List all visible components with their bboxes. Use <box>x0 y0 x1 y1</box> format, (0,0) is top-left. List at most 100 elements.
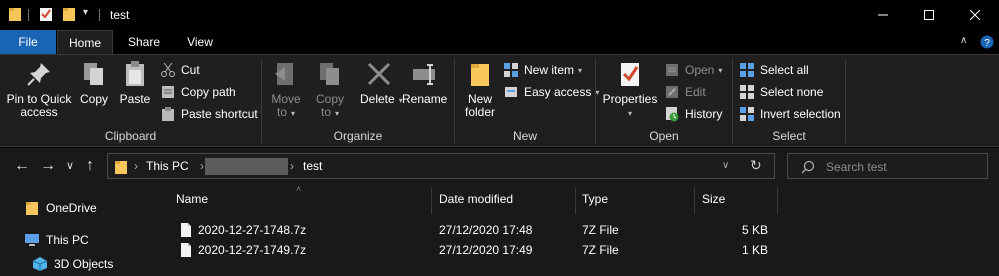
search-input[interactable]: Search test <box>787 153 988 179</box>
breadcrumb-this-pc[interactable]: This PC <box>146 159 189 173</box>
delete-icon <box>367 62 391 86</box>
select-none-button[interactable]: Select none <box>739 82 823 102</box>
divider[interactable] <box>694 188 695 214</box>
rename-button[interactable]: Rename <box>402 59 447 106</box>
forward-arrow-icon[interactable]: → <box>40 157 56 175</box>
ribbon-tabs: File Home Share View ∧ ? <box>0 30 999 54</box>
refresh-icon[interactable]: ↻ <box>750 157 762 174</box>
chevron-down-icon: ▾ <box>627 109 632 118</box>
close-button[interactable] <box>952 0 998 30</box>
customize-toolbar-icon[interactable]: ▾ <box>83 7 88 18</box>
file-icon <box>181 223 191 237</box>
folder-icon <box>115 161 127 174</box>
paste-icon <box>126 61 144 86</box>
nav-item-label: This PC <box>46 233 89 247</box>
open-button[interactable]: Open ▾ <box>664 60 722 80</box>
new-item-button[interactable]: New item ▾ <box>503 60 582 80</box>
up-arrow-icon[interactable]: ↑ <box>86 157 94 175</box>
file-date: 27/12/2020 17:48 <box>439 223 533 237</box>
search-placeholder: Search test <box>826 160 887 174</box>
breadcrumb-separator-icon[interactable]: › <box>134 159 138 173</box>
redacted-breadcrumb[interactable] <box>205 158 288 175</box>
column-header-name[interactable]: Name <box>176 192 208 216</box>
history-button[interactable]: History <box>664 104 722 124</box>
select-all-label: Select all <box>760 63 809 77</box>
new-folder-label-line1: New <box>467 92 492 106</box>
clipboard-group-label: Clipboard <box>104 129 157 143</box>
new-folder-button[interactable]: New folder <box>460 59 500 119</box>
address-bar[interactable]: › This PC › › test ∨ ↻ <box>107 153 775 179</box>
select-none-icon <box>740 85 754 99</box>
properties-icon <box>621 63 639 86</box>
new-group: New folder New item ▾ Easy access ▾ New <box>455 55 599 147</box>
ribbon: Pin to Quick access Copy Paste Cut Copy … <box>0 54 999 147</box>
divider[interactable] <box>431 188 432 214</box>
recent-locations-chevron-icon[interactable]: ∨ <box>66 159 74 172</box>
nav-item-this-pc[interactable]: This PC <box>24 230 89 250</box>
edit-icon <box>666 86 678 98</box>
select-group: Select all Select none Invert selection … <box>733 55 845 147</box>
file-name: 2020-12-27-1749.7z <box>198 243 307 257</box>
properties-icon[interactable] <box>38 6 54 22</box>
chevron-up-icon[interactable]: ∧ <box>960 35 967 46</box>
select-all-button[interactable]: Select all <box>739 60 809 80</box>
properties-button[interactable]: Properties ▾ <box>602 59 658 120</box>
file-size: 1 KB <box>741 243 768 257</box>
minimize-button[interactable] <box>860 0 906 30</box>
file-type: 7Z File <box>582 223 619 237</box>
column-header-date-modified[interactable]: Date modified <box>439 192 513 216</box>
cube-icon <box>32 257 48 271</box>
divider <box>28 9 29 21</box>
nav-item-3d-objects[interactable]: 3D Objects <box>32 254 113 274</box>
cut-button[interactable]: Cut <box>160 60 200 80</box>
tab-home[interactable]: Home <box>57 30 113 54</box>
easy-access-icon <box>505 87 517 97</box>
paste-shortcut-button[interactable]: Paste shortcut <box>160 104 258 124</box>
breadcrumb-separator-icon[interactable]: › <box>200 159 204 173</box>
table-row[interactable]: 2020-12-27-1748.7z 27/12/2020 17:48 7Z F… <box>176 220 796 240</box>
close-icon <box>970 10 980 20</box>
paste-shortcut-icon <box>162 107 174 121</box>
folder-icon <box>26 202 38 215</box>
address-dropdown-chevron-icon[interactable]: ∨ <box>722 160 729 171</box>
column-header-type[interactable]: Type <box>582 192 608 216</box>
organize-group: Move to ▾ Copy to ▾ Delete ▾ Rename Organiz… <box>262 55 454 147</box>
new-folder-icon[interactable] <box>62 6 76 22</box>
tab-view[interactable]: View <box>176 30 224 54</box>
move-to-icon <box>275 63 293 85</box>
divider[interactable] <box>575 188 576 214</box>
maximize-button[interactable] <box>906 0 952 30</box>
move-to-label-line1: Move <box>271 92 301 106</box>
column-header-size[interactable]: Size <box>702 192 725 216</box>
divider[interactable] <box>777 188 778 214</box>
edit-button[interactable]: Edit <box>664 82 706 102</box>
copy-button[interactable]: Copy <box>76 59 112 106</box>
tab-share[interactable]: Share <box>120 30 168 54</box>
open-icon <box>666 64 678 76</box>
minimize-icon <box>878 14 888 16</box>
back-arrow-icon[interactable]: ← <box>14 157 30 175</box>
clipboard-group: Pin to Quick access Copy Paste Cut Copy … <box>0 55 261 147</box>
pin-to-quick-access-button[interactable]: Pin to Quick access <box>4 59 74 119</box>
divider <box>99 9 100 21</box>
breadcrumb-separator-icon[interactable]: › <box>290 159 294 173</box>
delete-button[interactable]: Delete ▾ <box>360 59 403 107</box>
invert-selection-button[interactable]: Invert selection <box>739 104 841 124</box>
file-type: 7Z File <box>582 243 619 257</box>
help-icon[interactable]: ? <box>980 35 994 49</box>
tab-file[interactable]: File <box>0 30 56 54</box>
table-row[interactable]: 2020-12-27-1749.7z 27/12/2020 17:49 7Z F… <box>176 240 796 260</box>
move-to-button[interactable]: Move to ▾ <box>268 59 304 120</box>
easy-access-button[interactable]: Easy access ▾ <box>503 82 599 102</box>
paste-button[interactable]: Paste <box>117 59 153 106</box>
copy-to-icon <box>320 63 339 85</box>
breadcrumb-current[interactable]: test <box>303 159 322 173</box>
open-group-label: Open <box>649 129 679 143</box>
nav-item-onedrive[interactable]: OneDrive <box>24 198 97 218</box>
search-icon <box>801 160 815 174</box>
copy-to-button[interactable]: Copy to ▾ <box>312 59 348 120</box>
copy-path-button[interactable]: Copy path <box>160 82 236 102</box>
copy-to-label-line1: Copy <box>315 92 344 106</box>
paste-label: Paste <box>119 92 151 106</box>
invert-selection-label: Invert selection <box>760 107 841 121</box>
